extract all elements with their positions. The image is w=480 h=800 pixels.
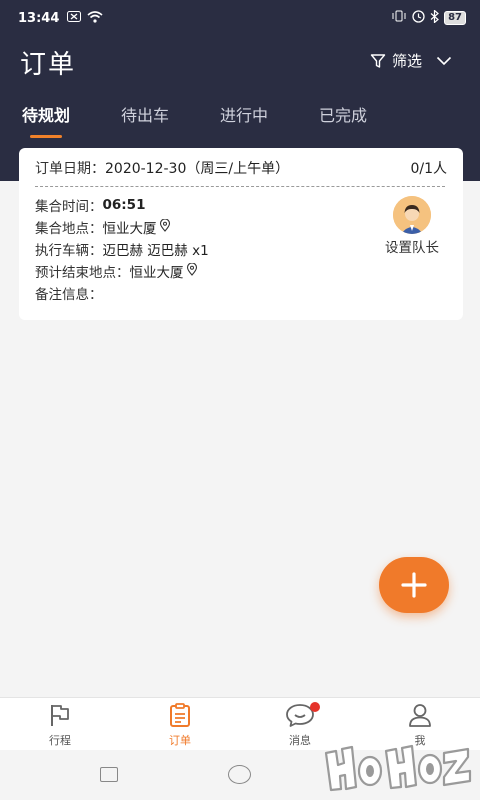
order-passenger-count: 0/1人 <box>410 161 447 177</box>
vibrate-icon <box>391 10 407 26</box>
dashed-divider <box>35 186 445 187</box>
flag-icon <box>51 705 69 726</box>
row-label: 预计结束地点： <box>35 265 130 281</box>
order-row-end-location: 预计结束地点： 恒业大厦 <box>35 261 198 281</box>
alarm-icon <box>412 9 425 27</box>
tab-to-plan[interactable]: 待规划 <box>22 102 70 142</box>
tab-label: 进行中 <box>220 106 269 125</box>
order-row-vehicle: 执行车辆： 迈巴赫 迈巴赫 x1 <box>35 239 209 259</box>
home-button[interactable] <box>228 765 251 784</box>
location-pin-icon[interactable] <box>159 217 171 236</box>
location-pin-icon[interactable] <box>186 261 198 280</box>
wifi-icon <box>87 10 103 26</box>
user-icon <box>409 704 431 727</box>
tab-label: 待出车 <box>121 106 170 125</box>
order-card[interactable]: 订单日期： 2020-12-30（周三/上午单） 0/1人 集合时间： 06:5… <box>19 148 463 320</box>
row-label: 集合地点： <box>35 221 103 237</box>
clipboard-icon <box>170 703 190 727</box>
order-date-label: 订单日期： <box>35 161 105 177</box>
filter-label: 筛选 <box>391 52 422 70</box>
watermark-logo <box>324 744 472 792</box>
row-value: 恒业大厦 <box>129 265 184 281</box>
order-date-value: 2020-12-30（周三/上午单） <box>105 161 290 177</box>
order-row-remarks: 备注信息： <box>35 283 103 303</box>
tab-to-depart[interactable]: 待出车 <box>121 102 169 142</box>
row-label: 备注信息： <box>35 287 103 303</box>
chevron-down-icon <box>436 56 452 65</box>
plus-icon <box>401 572 427 598</box>
tab-completed[interactable]: 已完成 <box>319 102 367 142</box>
row-value: 06:51 <box>102 197 146 213</box>
page-title: 订单 <box>20 50 77 80</box>
set-leader-label: 设置队长 <box>385 240 439 256</box>
status-bar: 13:44 87 <box>0 0 480 36</box>
status-right-icons: 87 <box>391 8 466 27</box>
order-row-meet-location: 集合地点： 恒业大厦 <box>35 217 171 237</box>
tab-active-indicator <box>30 135 62 138</box>
set-leader-button[interactable]: 设置队长 <box>375 196 449 256</box>
leader-avatar-icon <box>393 196 431 234</box>
order-row-meet-time: 集合时间： 06:51 <box>35 195 145 215</box>
tab-label: 已完成 <box>319 106 368 125</box>
nav-item-orders[interactable]: 订单 <box>140 702 220 748</box>
row-value: 迈巴赫 迈巴赫 x1 <box>102 243 209 259</box>
status-time: 13:44 <box>18 10 60 26</box>
nav-item-trips[interactable]: 行程 <box>20 702 100 748</box>
row-value: 恒业大厦 <box>102 221 157 237</box>
battery-icon: 87 <box>444 11 466 25</box>
unread-badge <box>310 702 320 712</box>
nav-label: 订单 <box>169 734 191 747</box>
order-card-header: 订单日期： 2020-12-30（周三/上午单） 0/1人 <box>35 158 447 178</box>
nav-item-messages[interactable]: 消息 <box>260 702 340 748</box>
filter-button[interactable]: 筛选 <box>370 50 458 71</box>
notification-icon <box>67 11 82 25</box>
order-tabs: 待规划 待出车 进行中 已完成 <box>0 102 480 142</box>
row-label: 集合时间： <box>35 199 103 215</box>
nav-label: 行程 <box>49 734 71 747</box>
recent-apps-button[interactable] <box>100 767 118 782</box>
tab-in-progress[interactable]: 进行中 <box>220 102 268 142</box>
bluetooth-icon <box>430 8 440 27</box>
tab-label: 待规划 <box>22 106 71 125</box>
row-label: 执行车辆： <box>35 243 103 259</box>
add-order-button[interactable] <box>379 557 449 613</box>
nav-item-me[interactable]: 我 <box>380 702 460 748</box>
filter-icon <box>370 53 386 68</box>
